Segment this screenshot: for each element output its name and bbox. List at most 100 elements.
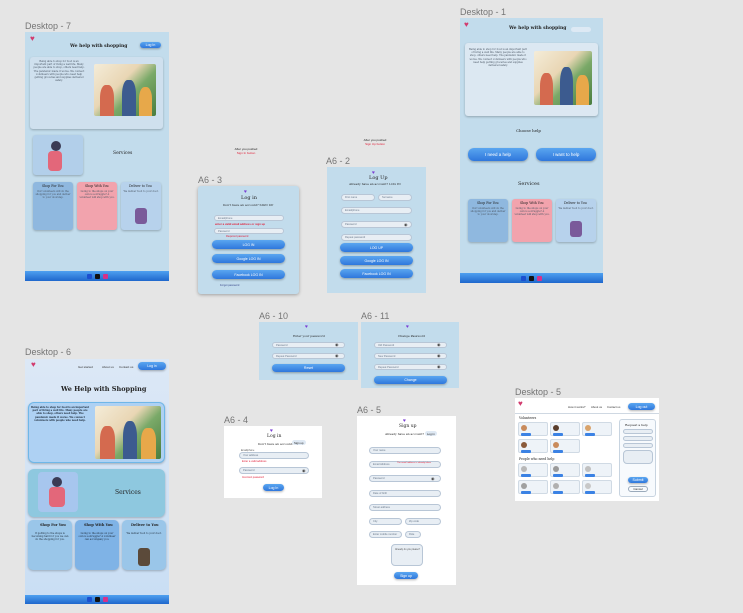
volunteer-card[interactable]	[550, 439, 580, 453]
card-shop-with-you[interactable]: Shop With You Going to the shops on your…	[75, 520, 119, 570]
nav-contact[interactable]: Contact us	[607, 405, 620, 409]
google-login-button[interactable]: Google LOG IN	[212, 254, 285, 263]
card-shop-for-you[interactable]: Shop For You If getting to the shops is …	[28, 520, 72, 570]
footer	[460, 273, 603, 283]
change-button[interactable]: Change	[374, 376, 447, 384]
email-field[interactable]: Email/phone	[214, 215, 284, 221]
password-field[interactable]: Password	[214, 228, 284, 234]
person-card[interactable]	[550, 480, 580, 494]
facebook-icon[interactable]	[86, 597, 92, 602]
nav-get-started[interactable]: Get started	[78, 365, 93, 369]
request-textarea[interactable]	[623, 450, 653, 464]
dob-field[interactable]: Date of birth	[369, 490, 441, 497]
zip-field[interactable]: Zip code	[405, 518, 441, 525]
instagram-icon[interactable]	[102, 273, 108, 279]
first-name-field[interactable]: First name	[341, 194, 375, 201]
eye-icon[interactable]: ◉	[404, 222, 408, 227]
a6-3-frame: ♥ Log in Don't have an account? SIGN UP …	[198, 186, 299, 294]
card-text: We deliver food to your door.	[558, 207, 594, 210]
services-illustration	[33, 135, 83, 175]
twitter-icon[interactable]	[94, 597, 100, 602]
form-subtitle: Already have an account?	[385, 432, 425, 436]
twitter-icon[interactable]	[529, 275, 534, 281]
login-button[interactable]: LOG IN	[212, 240, 285, 249]
choose-help-heading: Choose help	[516, 128, 541, 133]
signup-button[interactable]: Sign up	[394, 572, 418, 579]
name-field[interactable]: Your name	[369, 447, 441, 454]
login-button[interactable]: Log In	[263, 484, 284, 491]
card-shop-with-you[interactable]: Shop With You Going to the shops on your…	[77, 182, 117, 230]
role-dropdown[interactable]: Already do you please?	[391, 544, 423, 566]
annotation-signup: After you pushed Sign Up button	[358, 138, 392, 146]
eye-icon[interactable]: ◉	[302, 468, 306, 473]
login-button[interactable]: Log in	[138, 362, 166, 370]
phone-field[interactable]: Enter mobile number	[369, 531, 402, 538]
eye-icon[interactable]: ◉	[437, 342, 441, 347]
eye-icon[interactable]: ◉	[335, 353, 339, 358]
eye-icon[interactable]: ◉	[335, 342, 339, 347]
email-field[interactable]: Your address	[239, 452, 309, 459]
request-field[interactable]	[623, 443, 653, 448]
facebook-login-button[interactable]: Facebook LOG IN	[212, 270, 285, 279]
submit-button[interactable]: Submit	[628, 477, 648, 483]
person-card[interactable]	[582, 463, 612, 477]
facebook-icon[interactable]	[86, 273, 92, 279]
role-field[interactable]: Role	[405, 531, 421, 538]
annotation-login-link: Sign In button	[236, 151, 256, 155]
password-field[interactable]: Password	[341, 221, 412, 228]
frame-label-a6-5: A6 - 5	[357, 405, 382, 415]
surname-field[interactable]: Surname	[378, 194, 412, 201]
request-field[interactable]	[623, 436, 653, 441]
instagram-icon[interactable]	[102, 597, 108, 602]
volunteer-card[interactable]	[518, 439, 548, 453]
address-field[interactable]: Street address	[369, 504, 441, 511]
want-help-button[interactable]: I want to help	[536, 148, 596, 161]
login-button[interactable]: Log In	[140, 42, 161, 48]
eye-icon[interactable]: ◉	[437, 353, 441, 358]
facebook-login-button[interactable]: Facebook LOG IN	[340, 269, 413, 278]
need-help-button[interactable]: I need a help	[468, 148, 528, 161]
person-card[interactable]	[550, 463, 580, 477]
nav-about[interactable]: About us	[102, 365, 114, 369]
person-card[interactable]	[518, 463, 548, 477]
repeat-password-field[interactable]: Repeat password	[341, 234, 412, 241]
forgot-password-link[interactable]: Forgot password	[220, 284, 239, 287]
logout-button[interactable]: Log out	[628, 403, 655, 410]
request-field[interactable]	[623, 429, 653, 434]
password-field[interactable]: Password	[239, 467, 309, 474]
reset-button[interactable]: Reset	[272, 364, 345, 372]
volunteer-card[interactable]	[518, 422, 548, 436]
logup-button[interactable]: LOG UP	[340, 243, 413, 252]
form-subtitle: Don't have an account?	[258, 442, 294, 446]
nav-about[interactable]: About us	[591, 405, 602, 409]
city-field[interactable]: City	[369, 518, 402, 525]
person-card[interactable]	[582, 480, 612, 494]
nav-how-it-works[interactable]: How it works?	[568, 405, 585, 409]
card-title: Shop For You	[477, 201, 499, 205]
instagram-icon[interactable]	[537, 275, 542, 281]
eye-icon[interactable]: ◉	[437, 364, 441, 369]
card-shop-for-you[interactable]: Shop For You Our volunteers will do the …	[468, 199, 508, 242]
cancel-button[interactable]: Cancel	[628, 486, 648, 492]
card-deliver-to-you[interactable]: Deliver to You We deliver food to your d…	[121, 182, 161, 230]
signup-link[interactable]: Sign up	[292, 440, 306, 445]
volunteer-card[interactable]	[582, 422, 612, 436]
card-title: Deliver to You	[131, 523, 159, 527]
card-deliver-to-you[interactable]: Deliver to You We deliver food to your d…	[556, 199, 596, 242]
email-field[interactable]: Email/phone	[341, 207, 412, 214]
nav-pill[interactable]	[571, 27, 591, 32]
twitter-icon[interactable]	[94, 273, 100, 279]
form-subtitle: Already have an account? LOG IN	[349, 182, 401, 186]
login-link[interactable]: Log in	[425, 431, 437, 436]
card-deliver-to-you[interactable]: Deliver to You We deliver food to your d…	[122, 520, 166, 570]
card-shop-for-you[interactable]: Shop For You Our volunteers will do the …	[33, 182, 73, 230]
heart-logo-icon: ♥	[30, 34, 35, 43]
eye-icon[interactable]: ◉	[431, 476, 435, 481]
facebook-icon[interactable]	[521, 275, 526, 281]
annotation-login: After you pushed Sign In button	[231, 147, 261, 155]
card-shop-with-you[interactable]: Shop With You Going to the shops on your…	[512, 199, 552, 242]
google-login-button[interactable]: Google LOG IN	[340, 256, 413, 265]
nav-contact[interactable]: Contact us	[119, 365, 133, 369]
person-card[interactable]	[518, 480, 548, 494]
volunteer-card[interactable]	[550, 422, 580, 436]
